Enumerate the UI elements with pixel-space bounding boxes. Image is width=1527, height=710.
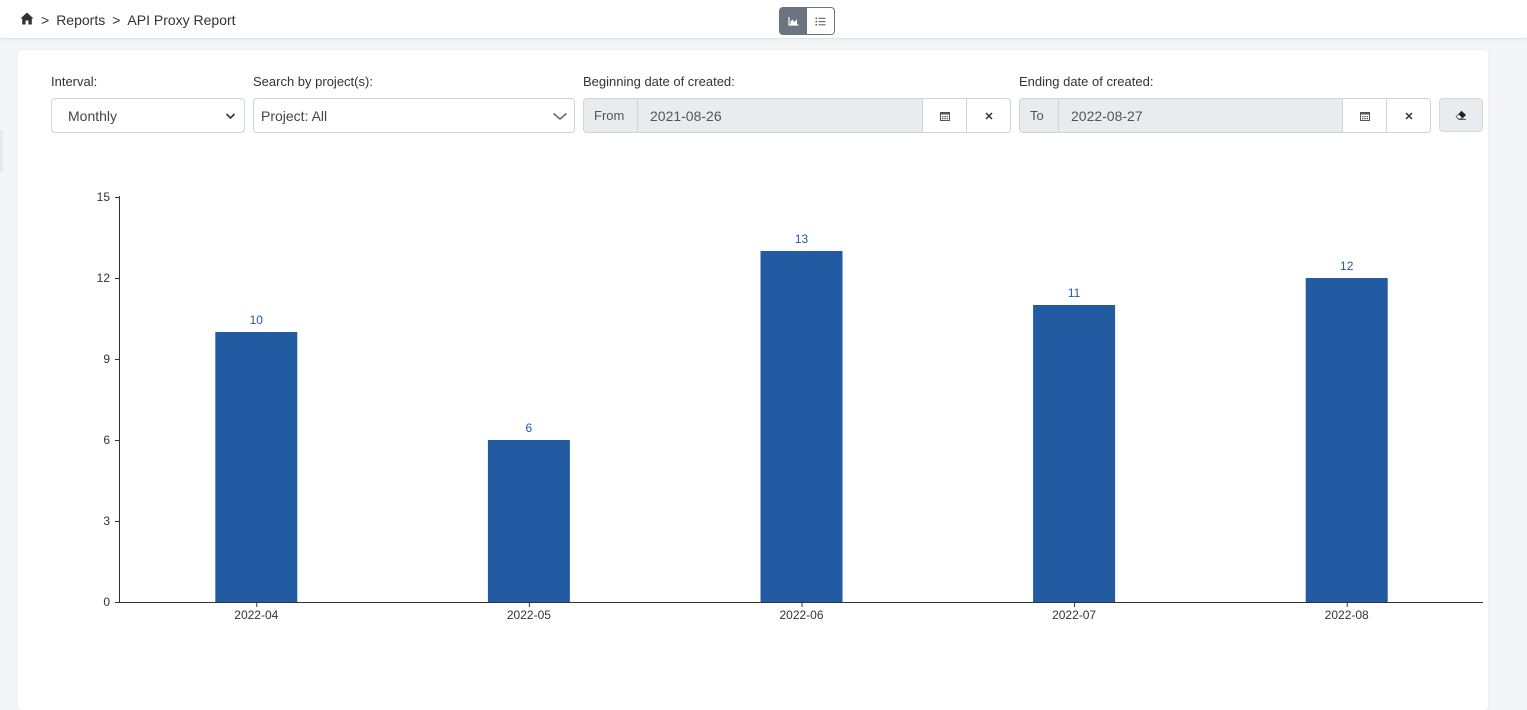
y-tick-label: 6 <box>103 433 110 447</box>
bar-2022-06[interactable] <box>760 251 843 602</box>
x-tick-label: 2022-04 <box>234 608 278 622</box>
data-label: 12 <box>1340 259 1354 273</box>
data-label: 10 <box>250 313 264 327</box>
data-label: 11 <box>1068 286 1081 300</box>
x-tick-label: 2022-07 <box>1052 608 1096 622</box>
y-tick-label: 12 <box>97 271 111 285</box>
bar-2022-04[interactable] <box>215 332 298 602</box>
bar-2022-05[interactable] <box>487 440 570 602</box>
x-tick-label: 2022-08 <box>1325 608 1369 622</box>
data-label: 13 <box>795 232 809 246</box>
y-tick-label: 3 <box>103 514 110 528</box>
y-tick-label: 0 <box>103 595 110 609</box>
bar-chart: 0 3 6 9 12 15 10 6 13 11 12 2022-04 2022-05 2022-06… <box>97 190 1483 622</box>
x-tick-label: 2022-06 <box>779 608 823 622</box>
y-tick-label: 15 <box>97 190 111 204</box>
x-tick-label: 2022-05 <box>507 608 551 622</box>
data-label: 6 <box>526 421 533 435</box>
bar-2022-07[interactable] <box>1033 305 1116 602</box>
y-tick-label: 9 <box>103 352 110 366</box>
bar-2022-08[interactable] <box>1305 278 1388 602</box>
